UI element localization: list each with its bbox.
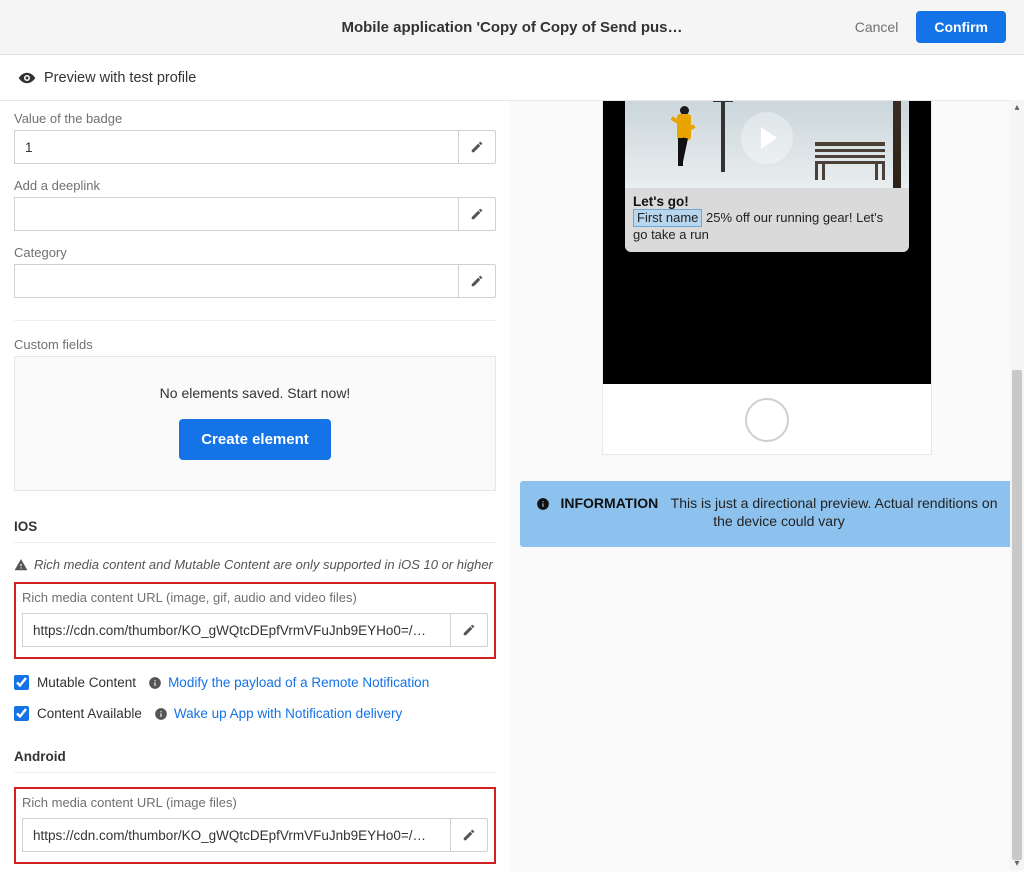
info-icon	[536, 497, 550, 511]
ios-warning-text: Rich media content and Mutable Content a…	[34, 557, 493, 572]
category-edit-button[interactable]	[458, 264, 496, 298]
header-actions: Cancel Confirm	[855, 11, 1006, 43]
notification-body: First name 25% off our running gear! Let…	[633, 209, 901, 244]
phone-home-button[interactable]	[745, 398, 789, 442]
android-section-heading: Android	[14, 749, 496, 764]
custom-fields-label: Custom fields	[14, 337, 496, 352]
category-field-group: Category	[14, 245, 496, 298]
ios-rich-media-label: Rich media content URL (image, gif, audi…	[22, 590, 488, 605]
runner-figure	[669, 104, 697, 172]
warning-icon	[14, 558, 28, 572]
custom-fields-box: No elements saved. Start now! Create ele…	[14, 356, 496, 491]
deeplink-edit-button[interactable]	[458, 197, 496, 231]
badge-input[interactable]	[14, 130, 458, 164]
preview-panel: Let's go! First name 25% off our running…	[510, 101, 1024, 872]
content-available-link[interactable]: Wake up App with Notification delivery	[174, 706, 402, 721]
badge-label: Value of the badge	[14, 111, 496, 126]
notification-media	[625, 101, 909, 188]
pencil-icon	[470, 207, 484, 221]
content-available-label: Content Available	[37, 706, 142, 721]
scroll-thumb[interactable]	[1012, 370, 1022, 860]
personalization-chip[interactable]: First name	[633, 209, 702, 227]
scroll-down-arrow[interactable]: ▾	[1010, 856, 1024, 870]
dialog-header: Mobile application 'Copy of Copy of Send…	[0, 0, 1024, 55]
android-rich-media-highlight: Rich media content URL (image files)	[14, 787, 496, 864]
notification-text: Let's go! First name 25% off our running…	[625, 188, 909, 252]
android-rich-media-input[interactable]	[22, 818, 450, 852]
pencil-icon	[470, 274, 484, 288]
notification-title: Let's go!	[633, 194, 901, 209]
divider	[14, 772, 496, 773]
notification-card: Let's go! First name 25% off our running…	[625, 101, 909, 252]
ios-section-heading: IOS	[14, 519, 496, 534]
pencil-icon	[462, 828, 476, 842]
preview-icon	[18, 69, 36, 87]
dialog-title: Mobile application 'Copy of Copy of Send…	[341, 19, 682, 36]
custom-fields-empty-message: No elements saved. Start now!	[35, 385, 475, 401]
subheader: Preview with test profile	[0, 55, 1024, 101]
mutable-content-checkbox[interactable]	[14, 675, 29, 690]
play-icon[interactable]	[741, 112, 793, 164]
info-banner-text: This is just a directional preview. Actu…	[671, 495, 998, 529]
android-rich-media-label: Rich media content URL (image files)	[22, 795, 488, 810]
deeplink-label: Add a deeplink	[14, 178, 496, 193]
cancel-button[interactable]: Cancel	[855, 19, 899, 35]
deeplink-input[interactable]	[14, 197, 458, 231]
phone-frame: Let's go! First name 25% off our running…	[602, 101, 932, 455]
information-banner: INFORMATION This is just a directional p…	[520, 481, 1014, 547]
ios-rich-media-highlight: Rich media content URL (image, gif, audi…	[14, 582, 496, 659]
pencil-icon	[462, 623, 476, 637]
mutable-content-row: Mutable Content Modify the payload of a …	[14, 675, 496, 690]
preview-with-test-profile-label[interactable]: Preview with test profile	[44, 70, 196, 86]
badge-edit-button[interactable]	[458, 130, 496, 164]
category-input[interactable]	[14, 264, 458, 298]
park-bench	[815, 142, 885, 180]
ios-warning-row: Rich media content and Mutable Content a…	[14, 557, 496, 572]
scroll-up-arrow[interactable]: ▴	[1010, 100, 1024, 114]
confirm-button[interactable]: Confirm	[916, 11, 1006, 43]
info-banner-label: INFORMATION	[560, 495, 658, 511]
android-rich-media-edit-button[interactable]	[450, 818, 488, 852]
form-panel: Value of the badge Add a deeplink Catego…	[0, 101, 510, 872]
tree-trunk	[893, 101, 901, 188]
content-available-checkbox[interactable]	[14, 706, 29, 721]
divider	[14, 542, 496, 543]
badge-field-group: Value of the badge	[14, 111, 496, 164]
phone-screen: Let's go! First name 25% off our running…	[603, 101, 931, 384]
content-area: Value of the badge Add a deeplink Catego…	[0, 101, 1024, 872]
info-icon	[154, 707, 168, 721]
lamp-post	[721, 101, 725, 172]
deeplink-field-group: Add a deeplink	[14, 178, 496, 231]
mutable-content-label: Mutable Content	[37, 675, 136, 690]
ios-rich-media-edit-button[interactable]	[450, 613, 488, 647]
content-available-row: Content Available Wake up App with Notif…	[14, 706, 496, 721]
ios-rich-media-input[interactable]	[22, 613, 450, 647]
mutable-content-link[interactable]: Modify the payload of a Remote Notificat…	[168, 675, 429, 690]
divider	[14, 320, 496, 321]
pencil-icon	[470, 140, 484, 154]
vertical-scrollbar[interactable]: ▴ ▾	[1010, 100, 1024, 870]
create-element-button[interactable]: Create element	[179, 419, 331, 460]
info-icon	[148, 676, 162, 690]
category-label: Category	[14, 245, 496, 260]
